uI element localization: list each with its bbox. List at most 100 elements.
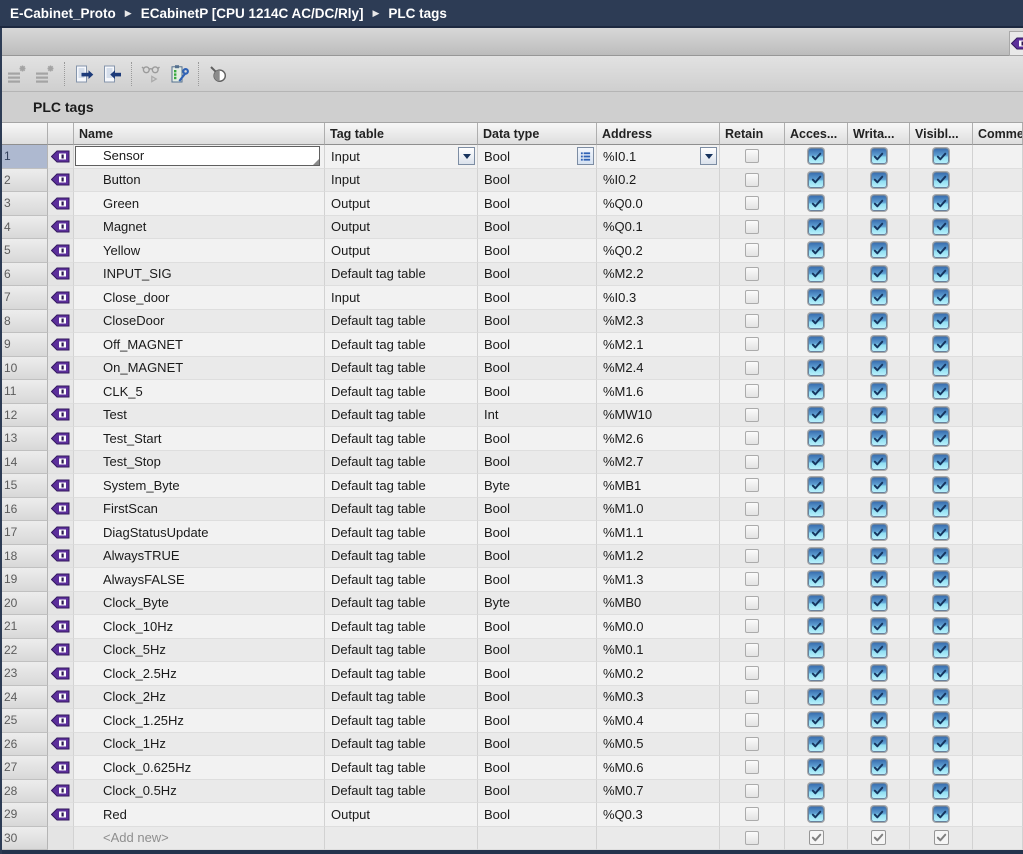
- visible-checkbox[interactable]: [933, 172, 949, 188]
- comment-cell[interactable]: [973, 521, 1023, 545]
- visible-checkbox[interactable]: [933, 618, 949, 634]
- row-number[interactable]: 19: [0, 568, 48, 592]
- address-cell[interactable]: %MW10: [597, 404, 720, 428]
- tag-table-dropdown-button[interactable]: [458, 147, 475, 165]
- row-number[interactable]: 25: [0, 709, 48, 733]
- visible-checkbox[interactable]: [933, 407, 949, 423]
- comment-cell[interactable]: [973, 357, 1023, 381]
- writable-checkbox[interactable]: [871, 548, 887, 564]
- row-number[interactable]: 16: [0, 498, 48, 522]
- address-cell[interactable]: %M1.2: [597, 545, 720, 569]
- comment-cell[interactable]: [973, 662, 1023, 686]
- visible-checkbox[interactable]: [933, 548, 949, 564]
- retain-checkbox[interactable]: [745, 784, 759, 798]
- tag-table-cell[interactable]: Input: [325, 169, 478, 193]
- comment-cell[interactable]: [973, 263, 1023, 287]
- tag-table-cell[interactable]: Default tag table: [325, 380, 478, 404]
- tag-name-cell[interactable]: Magnet: [74, 216, 325, 240]
- tag-name-cell[interactable]: Clock_2Hz: [74, 686, 325, 710]
- tag-name-input[interactable]: Sensor: [75, 146, 320, 166]
- visible-checkbox[interactable]: [933, 783, 949, 799]
- accessible-checkbox[interactable]: [808, 266, 824, 282]
- tag-name-cell[interactable]: Clock_10Hz: [74, 615, 325, 639]
- retain-checkbox[interactable]: [745, 337, 759, 351]
- row-number[interactable]: 11: [0, 380, 48, 404]
- visible-checkbox[interactable]: [933, 360, 949, 376]
- data-type-cell[interactable]: Bool: [478, 756, 597, 780]
- data-type-cell[interactable]: Bool: [478, 662, 597, 686]
- retain-checkbox[interactable]: [745, 173, 759, 187]
- header-writable[interactable]: Writa...: [848, 123, 910, 145]
- tag-name-cell[interactable]: On_MAGNET: [74, 357, 325, 381]
- accessible-checkbox[interactable]: [808, 712, 824, 728]
- comment-cell[interactable]: [973, 192, 1023, 216]
- tag-name-cell[interactable]: Clock_0.625Hz: [74, 756, 325, 780]
- accessible-checkbox[interactable]: [808, 383, 824, 399]
- tag-name-cell[interactable]: Test: [74, 404, 325, 428]
- filter-search-button[interactable]: [206, 62, 230, 86]
- comment-cell[interactable]: [973, 310, 1023, 334]
- tag-name-cell[interactable]: Clock_2.5Hz: [74, 662, 325, 686]
- retain-checkbox[interactable]: [745, 690, 759, 704]
- data-type-cell[interactable]: Bool: [478, 263, 597, 287]
- tag-table-cell[interactable]: Default tag table: [325, 639, 478, 663]
- comment-cell[interactable]: [973, 615, 1023, 639]
- accessible-checkbox[interactable]: [808, 289, 824, 305]
- row-number[interactable]: 6: [0, 263, 48, 287]
- address-cell[interactable]: %Q0.0: [597, 192, 720, 216]
- data-type-cell[interactable]: Bool: [478, 192, 597, 216]
- comment-cell[interactable]: [973, 686, 1023, 710]
- data-type-cell[interactable]: Bool: [478, 803, 597, 827]
- comment-cell[interactable]: [973, 286, 1023, 310]
- row-number[interactable]: 24: [0, 686, 48, 710]
- accessible-checkbox[interactable]: [808, 477, 824, 493]
- row-number[interactable]: 13: [0, 427, 48, 451]
- accessible-checkbox[interactable]: [808, 407, 824, 423]
- data-type-cell[interactable]: Int: [478, 404, 597, 428]
- writable-checkbox[interactable]: [871, 595, 887, 611]
- data-type-cell[interactable]: Bool: [478, 357, 597, 381]
- visible-checkbox[interactable]: [933, 595, 949, 611]
- accessible-checkbox[interactable]: [808, 501, 824, 517]
- writable-checkbox[interactable]: [871, 148, 887, 164]
- tag-table-cell[interactable]: Default tag table: [325, 709, 478, 733]
- writable-checkbox[interactable]: [871, 736, 887, 752]
- accessible-checkbox[interactable]: [809, 830, 824, 845]
- header-accessible[interactable]: Acces...: [785, 123, 848, 145]
- data-type-cell[interactable]: Bool: [478, 145, 597, 169]
- tag-name-cell[interactable]: Yellow: [74, 239, 325, 263]
- row-number[interactable]: 21: [0, 615, 48, 639]
- address-cell[interactable]: %M0.0: [597, 615, 720, 639]
- tag-table-cell[interactable]: Input: [325, 145, 478, 169]
- row-number[interactable]: 8: [0, 310, 48, 334]
- comment-cell[interactable]: [973, 803, 1023, 827]
- writable-checkbox[interactable]: [871, 289, 887, 305]
- comment-cell[interactable]: [973, 756, 1023, 780]
- visible-checkbox[interactable]: [934, 830, 949, 845]
- data-type-cell[interactable]: Bool: [478, 521, 597, 545]
- retain-checkbox[interactable]: [745, 243, 759, 257]
- retain-checkbox[interactable]: [745, 290, 759, 304]
- address-cell[interactable]: %MB1: [597, 474, 720, 498]
- accessible-checkbox[interactable]: [808, 689, 824, 705]
- monitor-all-button[interactable]: [139, 62, 163, 86]
- writable-checkbox[interactable]: [871, 689, 887, 705]
- comment-cell[interactable]: [973, 780, 1023, 804]
- retain-checkbox[interactable]: [745, 431, 759, 445]
- tag-name-cell[interactable]: Red: [74, 803, 325, 827]
- tag-table-cell[interactable]: Default tag table: [325, 780, 478, 804]
- writable-checkbox[interactable]: [871, 383, 887, 399]
- tag-name-cell[interactable]: System_Byte: [74, 474, 325, 498]
- header-icon[interactable]: [48, 123, 74, 145]
- tag-table-cell[interactable]: Output: [325, 192, 478, 216]
- row-number[interactable]: 1: [0, 145, 48, 169]
- accessible-checkbox[interactable]: [808, 172, 824, 188]
- row-number[interactable]: 12: [0, 404, 48, 428]
- retain-checkbox[interactable]: [745, 596, 759, 610]
- visible-checkbox[interactable]: [933, 477, 949, 493]
- row-number[interactable]: 5: [0, 239, 48, 263]
- address-cell[interactable]: %M0.6: [597, 756, 720, 780]
- data-type-cell[interactable]: Bool: [478, 780, 597, 804]
- visible-checkbox[interactable]: [933, 736, 949, 752]
- header-row-number[interactable]: [0, 123, 48, 145]
